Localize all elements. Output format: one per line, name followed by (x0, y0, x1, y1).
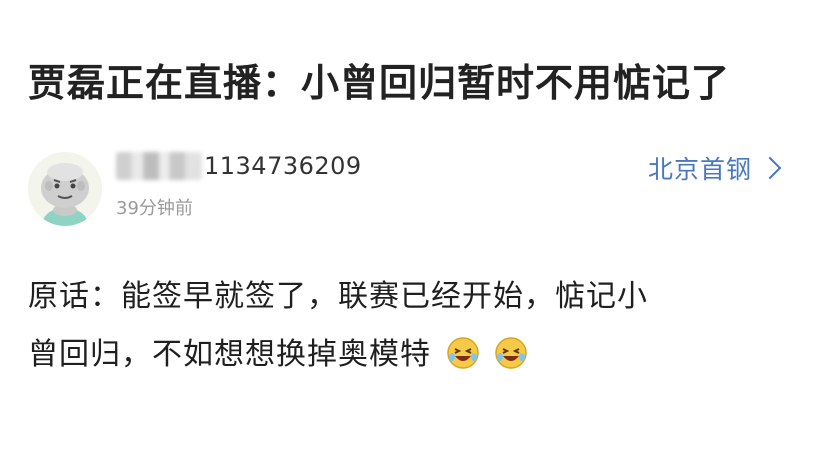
team-link[interactable]: 北京首钢 (647, 150, 782, 186)
username-row[interactable]: 1134736209 (116, 148, 362, 184)
comment-line-2-wrap: 曾回归，不如想想换掉奥模特 (28, 326, 798, 384)
team-label: 北京首钢 (647, 155, 752, 184)
laughing-emoji-icon (446, 332, 480, 369)
comment-line-1: 原话：能签早就签了，联赛已经开始，惦记小 (28, 279, 648, 314)
laughing-emoji-icon (494, 332, 528, 369)
headline: 贾磊正在直播：小曾回归暂时不用惦记了 (28, 61, 731, 105)
cartoon-avatar-icon (28, 152, 102, 226)
username[interactable]: 1134736209 (204, 152, 362, 180)
blurred-username-prefix (116, 152, 202, 180)
comment-body: 原话：能签早就签了，联赛已经开始，惦记小 曾回归，不如想想换掉奥模特 (28, 268, 798, 384)
post-header: 1134736209 39分钟前 北京首钢 (28, 146, 788, 230)
comment-line-2: 曾回归，不如想想换掉奥模特 (28, 337, 431, 372)
avatar[interactable] (28, 152, 102, 226)
post-time: 39分钟前 (116, 198, 193, 219)
chevron-right-icon (758, 156, 782, 180)
